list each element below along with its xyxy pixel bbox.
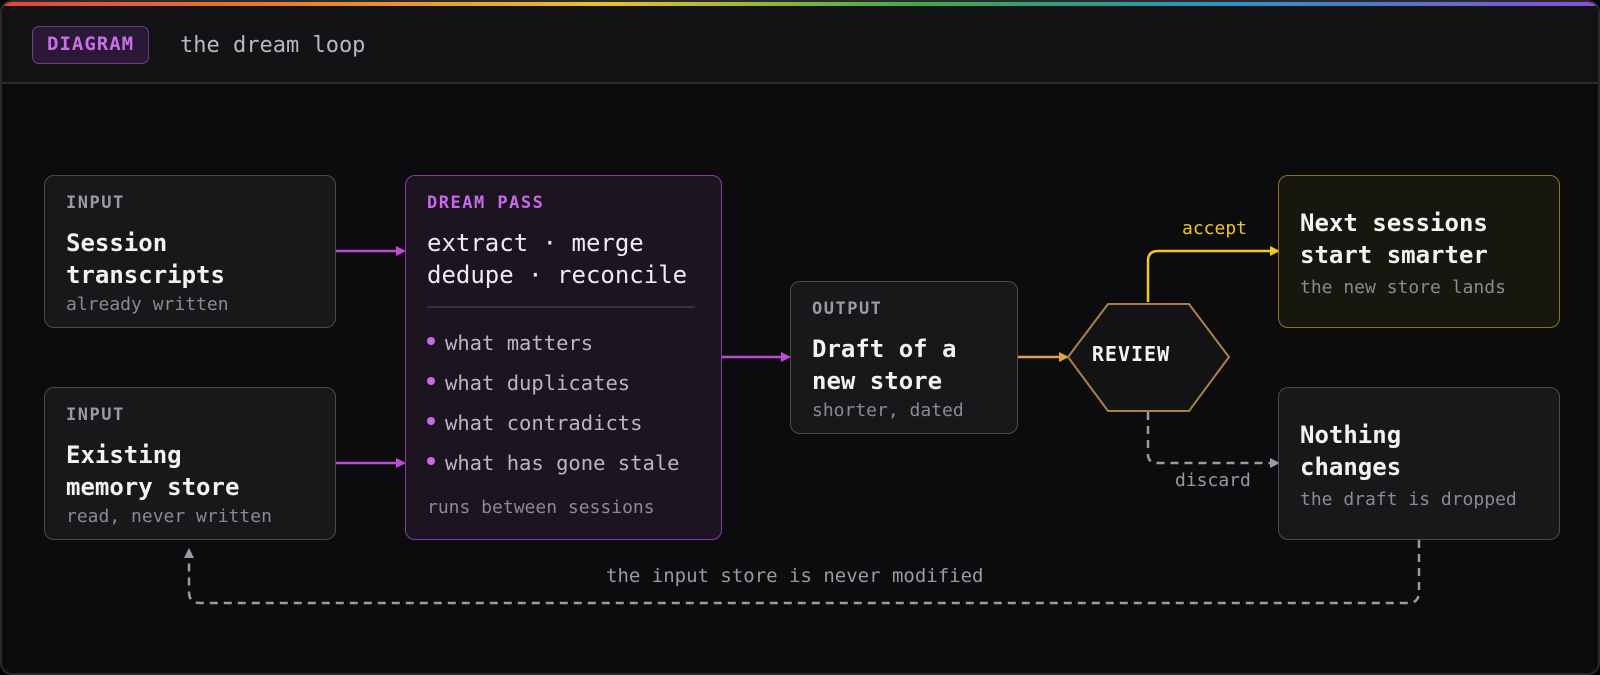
diagram-frame: DIAGRAM the dream loop INPUT Session tra… <box>0 0 1600 675</box>
node-kicker: INPUT <box>66 405 125 425</box>
node-subtitle: the new store lands <box>1300 277 1506 298</box>
node-title: Existing memory store <box>66 441 240 501</box>
node-subtitle: the draft is dropped <box>1300 489 1517 510</box>
accept-label: accept <box>1182 218 1248 239</box>
list-item: what duplicates <box>427 371 630 395</box>
node-subtitle: shorter, dated <box>812 400 964 421</box>
node-output-draft: OUTPUT Draft of a new store shorter, dat… <box>790 281 1018 434</box>
bullet-icon <box>427 377 435 385</box>
list-item: what has gone stale <box>427 451 680 475</box>
node-title: extract · merge dedupe · reconcile <box>427 229 688 289</box>
node-dream-pass: DREAM PASS extract · merge dedupe · reco… <box>405 175 722 540</box>
bullet-icon <box>427 457 435 465</box>
node-kicker: INPUT <box>66 193 125 213</box>
arrow-discard <box>1146 412 1280 468</box>
divider <box>427 306 695 308</box>
arrow-accept <box>1146 246 1280 302</box>
node-kicker: DREAM PASS <box>427 193 545 213</box>
review-label: REVIEW <box>1091 342 1171 366</box>
node-subtitle: read, never written <box>66 506 272 527</box>
node-next-sessions: Next sessions start smarter the new stor… <box>1278 175 1560 328</box>
node-title: Next sessions start smarter <box>1300 209 1488 269</box>
list-item: what contradicts <box>427 411 642 435</box>
bullet-icon <box>427 417 435 425</box>
node-existing-memory-store: INPUT Existing memory store read, never … <box>44 387 336 540</box>
discard-label: discard <box>1175 470 1251 491</box>
node-footer: runs between sessions <box>427 497 655 518</box>
list-item: what matters <box>427 331 593 355</box>
node-session-transcripts: INPUT Session transcripts already writte… <box>44 175 336 328</box>
node-title: Draft of a new store <box>812 335 957 395</box>
node-title: Nothing changes <box>1300 421 1402 481</box>
node-title: Session transcripts <box>66 229 225 289</box>
bullet-icon <box>427 337 435 345</box>
node-kicker: OUTPUT <box>812 299 883 319</box>
node-nothing-changes: Nothing changes the draft is dropped <box>1278 387 1560 540</box>
node-subtitle: already written <box>66 294 229 315</box>
loop-note: the input store is never modified <box>606 565 984 587</box>
